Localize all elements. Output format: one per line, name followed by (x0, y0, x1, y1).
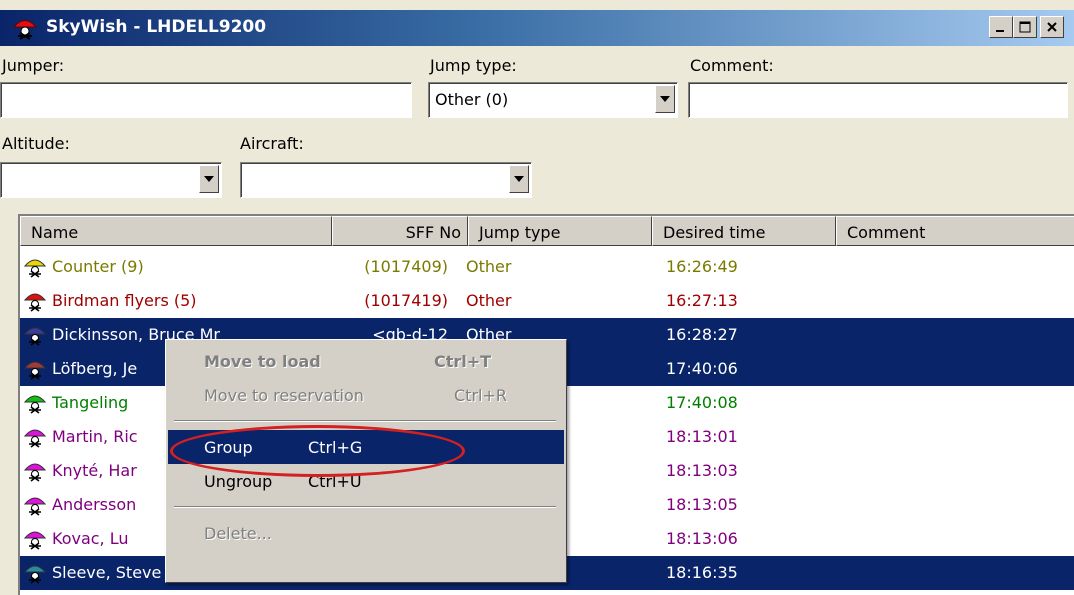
row-time: 18:13:01 (666, 427, 738, 446)
row-name: Kovac, Lu (52, 529, 129, 548)
row-name: Martin, Ric (52, 427, 138, 446)
row-time: 16:26:49 (666, 257, 738, 276)
row-time: 17:40:08 (666, 393, 738, 412)
row-name: Counter (9) (52, 257, 144, 276)
comment-label: Comment: (690, 56, 774, 75)
row-type: Other (466, 257, 512, 276)
minimize-button[interactable] (989, 16, 1013, 38)
row-type: Other (466, 291, 512, 310)
jumper-parachute-icon (24, 361, 46, 380)
menu-item-label: Delete... (204, 524, 272, 543)
row-time: 16:27:13 (666, 291, 738, 310)
jump-type-dropdown-button[interactable] (655, 85, 675, 113)
row-sff: (1017409) (364, 257, 448, 276)
aircraft-dropdown-button[interactable] (509, 165, 529, 193)
menu-item-shortcut: Ctrl+R (454, 386, 507, 405)
close-button[interactable] (1040, 16, 1064, 38)
menu-item-move-to-reservation[interactable]: Move to reservation Ctrl+R (168, 378, 564, 412)
menu-separator (174, 506, 556, 508)
altitude-select[interactable] (0, 162, 222, 198)
aircraft-label: Aircraft: (240, 134, 304, 153)
row-name: Löfberg, Je (52, 359, 138, 378)
column-header-comment-label: Comment (847, 223, 926, 242)
row-time: 18:16:35 (666, 563, 738, 582)
jump-type-label: Jump type: (430, 56, 517, 75)
jumper-parachute-icon (24, 395, 46, 414)
jumper-parachute-icon (24, 565, 46, 584)
menu-item-shortcut: Ctrl+T (434, 352, 492, 371)
column-header-name[interactable]: Name (20, 216, 332, 246)
aircraft-select[interactable] (240, 162, 532, 198)
jumper-parachute-icon (24, 531, 46, 550)
chevron-down-icon (514, 176, 524, 182)
skywish-window: SkyWish - LHDELL9200 Jumper: Jump type: … (0, 0, 1074, 595)
jumper-parachute-icon (24, 497, 46, 516)
jumper-parachute-icon (24, 463, 46, 482)
row-name: Andersson (52, 495, 137, 514)
close-icon (1047, 22, 1057, 32)
row-sff: (1017419) (364, 291, 448, 310)
jumper-field[interactable] (0, 82, 412, 118)
column-header-comment[interactable]: Comment (836, 216, 1074, 246)
menu-item-delete[interactable]: Delete... (168, 516, 564, 550)
jumper-parachute-icon (24, 259, 46, 278)
maximize-icon (1019, 21, 1031, 33)
chevron-down-icon (204, 176, 214, 182)
column-header-name-label: Name (31, 223, 79, 242)
row-time: 18:13:03 (666, 461, 738, 480)
window-title: SkyWish - LHDELL9200 (46, 17, 267, 37)
chevron-down-icon (660, 96, 670, 102)
menu-item-label: Move to load (204, 352, 321, 371)
menu-separator (174, 420, 556, 422)
table-row[interactable]: Birdman flyers (5) (1017419) Other 16:27:13 (20, 284, 1074, 318)
app-parachute-icon (12, 20, 38, 40)
column-header-jump-type-label: Jump type (479, 223, 561, 242)
table-row[interactable]: Counter (9) (1017409) Other 16:26:49 (20, 250, 1074, 284)
row-name: Knyté, Har (52, 461, 137, 480)
row-name: Sleeve, Steve (52, 563, 162, 582)
column-header-desired-time-label: Desired time (663, 223, 766, 242)
column-header-sff[interactable]: SFF No (332, 216, 468, 246)
minimize-icon (996, 30, 1004, 32)
column-header-jump-type[interactable]: Jump type (468, 216, 652, 246)
jump-type-value: Other (0) (435, 90, 509, 109)
jump-type-select[interactable]: Other (0) (428, 82, 678, 118)
jumper-parachute-icon (24, 327, 46, 346)
column-header-sff-label: SFF No (405, 223, 461, 242)
altitude-label: Altitude: (2, 134, 70, 153)
row-name: Tangeling (52, 393, 129, 412)
column-header-desired-time[interactable]: Desired time (652, 216, 836, 246)
red-highlight-ellipse (170, 425, 465, 477)
title-bar[interactable]: SkyWish - LHDELL9200 (0, 10, 1074, 46)
menu-item-move-to-load[interactable]: Move to load Ctrl+T (168, 344, 564, 378)
jumper-label: Jumper: (2, 56, 65, 75)
menu-item-label: Move to reservation (204, 386, 364, 405)
row-time: 18:13:05 (666, 495, 738, 514)
maximize-button[interactable] (1013, 16, 1037, 38)
row-time: 16:28:27 (666, 325, 738, 344)
jumper-parachute-icon (24, 429, 46, 448)
row-time: 18:13:06 (666, 529, 738, 548)
jumper-parachute-icon (24, 293, 46, 312)
altitude-dropdown-button[interactable] (199, 165, 219, 193)
row-time: 17:40:06 (666, 359, 738, 378)
comment-field[interactable] (688, 82, 1068, 118)
row-name: Birdman flyers (5) (52, 291, 197, 310)
